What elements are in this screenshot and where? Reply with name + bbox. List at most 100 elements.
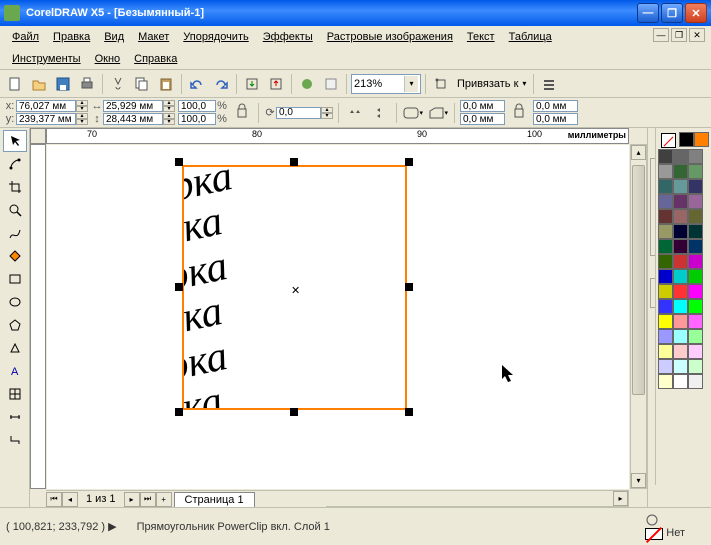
menu-view[interactable]: Вид	[98, 29, 130, 45]
mdi-minimize-button[interactable]: ―	[653, 28, 669, 42]
no-color-swatch-big[interactable]	[661, 133, 676, 148]
lock-ratio-button[interactable]	[231, 102, 253, 124]
color-swatch[interactable]	[673, 149, 688, 164]
scroll-right-button[interactable]: ▸	[613, 491, 628, 506]
page-last-button[interactable]: ⏭	[140, 492, 156, 507]
menu-help[interactable]: Справка	[128, 51, 183, 67]
color-swatch[interactable]	[673, 299, 688, 314]
vertical-scrollbar[interactable]: ▴ ▾	[630, 144, 647, 489]
scale-x-input[interactable]	[178, 100, 216, 112]
color-swatch[interactable]	[658, 254, 673, 269]
color-swatch[interactable]	[688, 224, 703, 239]
menu-window[interactable]: Окно	[89, 51, 127, 67]
minimize-button[interactable]: ―	[637, 3, 659, 23]
zoom-dropdown-icon[interactable]: ▾	[404, 76, 418, 92]
basic-shapes-tool[interactable]	[3, 337, 27, 359]
import-button[interactable]	[241, 73, 263, 95]
color-swatch[interactable]	[688, 314, 703, 329]
selection-handle-tm[interactable]	[290, 158, 298, 166]
color-swatch[interactable]	[658, 149, 673, 164]
polygon-tool[interactable]	[3, 314, 27, 336]
page-add-button[interactable]: +	[156, 492, 172, 507]
menu-layout[interactable]: Макет	[132, 29, 175, 45]
color-swatch[interactable]	[673, 374, 688, 389]
text-tool[interactable]: A	[3, 360, 27, 382]
angle-input[interactable]	[276, 107, 321, 119]
selection-handle-br[interactable]	[405, 408, 413, 416]
color-swatch[interactable]	[688, 179, 703, 194]
color-swatch[interactable]	[688, 269, 703, 284]
close-button[interactable]: ✕	[685, 3, 707, 23]
options-button[interactable]	[538, 73, 560, 95]
color-swatch[interactable]	[673, 269, 688, 284]
selection-handle-mr[interactable]	[405, 283, 413, 291]
color-swatch[interactable]	[673, 209, 688, 224]
color-swatch[interactable]	[658, 239, 673, 254]
table-tool[interactable]	[3, 383, 27, 405]
selection-handle-ml[interactable]	[175, 283, 183, 291]
page-first-button[interactable]: ⏮	[46, 492, 62, 507]
undo-button[interactable]	[186, 73, 208, 95]
lock-corners-button[interactable]	[508, 102, 530, 124]
color-swatch[interactable]	[688, 239, 703, 254]
height-input[interactable]	[103, 113, 163, 125]
y-input[interactable]	[16, 113, 76, 125]
color-swatch[interactable]	[688, 164, 703, 179]
welcome-button[interactable]	[320, 73, 342, 95]
copy-button[interactable]	[131, 73, 153, 95]
menu-text[interactable]: Текст	[461, 29, 501, 45]
page-tab-1[interactable]: Страница 1	[174, 492, 255, 507]
save-button[interactable]	[52, 73, 74, 95]
scroll-down-button[interactable]: ▾	[631, 473, 646, 488]
width-input[interactable]	[103, 100, 163, 112]
menu-arrange[interactable]: Упорядочить	[177, 29, 254, 45]
color-swatch[interactable]	[673, 194, 688, 209]
color-swatch[interactable]	[673, 179, 688, 194]
color-swatch[interactable]	[673, 314, 688, 329]
zoom-combo[interactable]: ▾	[351, 74, 421, 94]
fill-indicator[interactable]: Нет	[645, 513, 685, 539]
color-swatch[interactable]	[673, 164, 688, 179]
selection-handle-bm[interactable]	[290, 408, 298, 416]
color-swatch[interactable]	[673, 224, 688, 239]
snap-to-combo[interactable]: Привязать к ▾	[454, 74, 529, 94]
color-swatch[interactable]	[688, 359, 703, 374]
corner-tl-input[interactable]	[460, 100, 505, 112]
scale-y-input[interactable]	[178, 113, 216, 125]
app-launcher-button[interactable]	[296, 73, 318, 95]
color-swatch[interactable]	[688, 194, 703, 209]
canvas[interactable]: роверка роверка роверка роверка роверка …	[47, 145, 629, 489]
color-swatch[interactable]	[658, 314, 673, 329]
dimension-tool[interactable]	[3, 406, 27, 428]
color-swatch[interactable]	[658, 224, 673, 239]
cut-button[interactable]	[107, 73, 129, 95]
paste-button[interactable]	[155, 73, 177, 95]
pick-tool[interactable]	[3, 130, 27, 152]
menu-table[interactable]: Таблица	[503, 29, 558, 45]
color-swatch[interactable]	[658, 329, 673, 344]
snap-toggle-button[interactable]	[430, 73, 452, 95]
mdi-restore-button[interactable]: ❐	[671, 28, 687, 42]
selection-handle-tl[interactable]	[175, 158, 183, 166]
horizontal-ruler[interactable]: 70 80 90 100 миллиметры	[46, 128, 629, 144]
ellipse-tool[interactable]	[3, 291, 27, 313]
page-prev-button[interactable]: ◂	[62, 492, 78, 507]
redo-button[interactable]	[210, 73, 232, 95]
page-next-button[interactable]: ▸	[124, 492, 140, 507]
scroll-up-button[interactable]: ▴	[631, 145, 646, 160]
color-swatch[interactable]	[658, 374, 673, 389]
color-swatch[interactable]	[688, 374, 703, 389]
color-swatch[interactable]	[658, 179, 673, 194]
smart-fill-tool[interactable]	[3, 245, 27, 267]
color-swatch[interactable]	[688, 284, 703, 299]
export-button[interactable]	[265, 73, 287, 95]
freehand-tool[interactable]	[3, 222, 27, 244]
color-swatch[interactable]	[688, 329, 703, 344]
x-spin-down[interactable]: ▾	[76, 106, 88, 112]
connector-tool[interactable]	[3, 429, 27, 451]
color-swatch[interactable]	[658, 269, 673, 284]
mdi-close-button[interactable]: ✕	[689, 28, 705, 42]
color-swatch[interactable]	[658, 209, 673, 224]
color-swatch[interactable]	[688, 209, 703, 224]
color-swatch[interactable]	[679, 132, 694, 147]
